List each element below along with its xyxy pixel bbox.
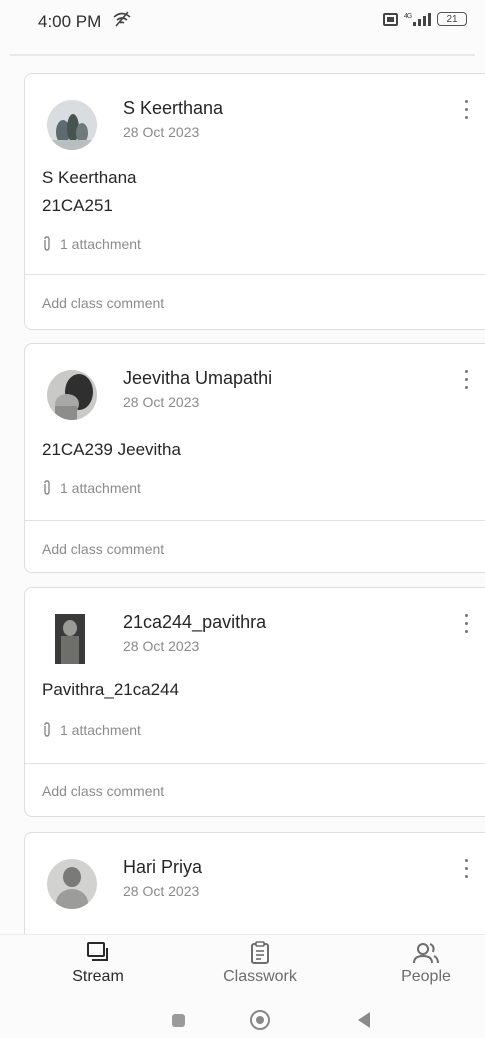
add-class-comment[interactable]: Add class comment bbox=[42, 783, 164, 799]
nav-people[interactable]: People bbox=[366, 941, 485, 986]
more-vert-icon[interactable] bbox=[463, 100, 469, 119]
attachment-link[interactable]: 1 attachment bbox=[42, 480, 141, 496]
card-divider bbox=[25, 520, 485, 521]
add-class-comment[interactable]: Add class comment bbox=[42, 295, 164, 311]
post-author: Jeevitha Umapathi bbox=[123, 368, 273, 388]
nav-stream-label: Stream bbox=[72, 968, 124, 985]
attachment-label: 1 attachment bbox=[60, 480, 141, 496]
wifi-off-icon bbox=[113, 11, 131, 30]
avatar bbox=[47, 100, 97, 150]
nav-classwork-label: Classwork bbox=[223, 968, 297, 985]
stream-icon bbox=[87, 942, 108, 961]
avatar bbox=[47, 370, 97, 420]
post-date: 28 Oct 2023 bbox=[123, 394, 200, 410]
post-text: 21CA239 Jeevitha bbox=[42, 436, 181, 464]
classroom-stream-screen: 4:00 PM 4G 21 S Keerthana 28 Oct 2023 S … bbox=[0, 0, 485, 1038]
status-time: 4:00 PM bbox=[38, 12, 102, 31]
paperclip-icon bbox=[44, 480, 50, 495]
system-navigation-bar bbox=[0, 1002, 485, 1038]
post-author: S Keerthana bbox=[123, 98, 224, 118]
post-text: Pavithra_21ca244 bbox=[42, 676, 179, 704]
post-card[interactable]: Jeevitha Umapathi 28 Oct 2023 21CA239 Je… bbox=[24, 343, 485, 573]
post-author: 21ca244_pavithra bbox=[123, 612, 267, 632]
top-divider bbox=[10, 54, 475, 56]
home-icon[interactable] bbox=[250, 1010, 270, 1030]
avatar bbox=[55, 614, 85, 664]
nav-stream[interactable]: Stream bbox=[38, 941, 158, 986]
attachment-link[interactable]: 1 attachment bbox=[42, 722, 141, 738]
card-divider bbox=[25, 274, 485, 275]
post-text-line: S Keerthana bbox=[42, 168, 137, 187]
network-type-label: 4G bbox=[403, 12, 412, 20]
status-bar: 4:00 PM 4G 21 bbox=[0, 0, 485, 40]
paperclip-icon bbox=[44, 236, 50, 251]
nav-classwork[interactable]: Classwork bbox=[200, 941, 320, 986]
post-date: 28 Oct 2023 bbox=[123, 883, 200, 899]
post-text-line: 21CA239 Jeevitha bbox=[42, 440, 181, 459]
signal-icon: 4G bbox=[403, 12, 431, 26]
post-text-line: 21CA251 bbox=[42, 196, 113, 215]
classwork-icon bbox=[251, 941, 269, 964]
attachment-label: 1 attachment bbox=[60, 722, 141, 738]
battery-indicator: 21 bbox=[437, 12, 467, 26]
status-indicators: 4G 21 bbox=[382, 12, 467, 26]
attachment-label: 1 attachment bbox=[60, 236, 141, 252]
card-divider bbox=[25, 763, 485, 764]
more-vert-icon[interactable] bbox=[463, 370, 469, 389]
add-class-comment[interactable]: Add class comment bbox=[42, 541, 164, 557]
post-date: 28 Oct 2023 bbox=[123, 638, 200, 654]
post-text-line: Pavithra_21ca244 bbox=[42, 680, 180, 699]
back-icon[interactable] bbox=[358, 1012, 370, 1028]
post-card[interactable]: S Keerthana 28 Oct 2023 S Keerthana 21CA… bbox=[24, 73, 485, 330]
post-date: 28 Oct 2023 bbox=[123, 124, 200, 140]
nav-people-label: People bbox=[401, 968, 451, 985]
avatar bbox=[47, 859, 97, 909]
sim-card-icon bbox=[382, 12, 398, 26]
people-icon bbox=[413, 943, 439, 964]
post-author: Hari Priya bbox=[123, 857, 203, 877]
post-text: S Keerthana 21CA251 bbox=[42, 164, 137, 220]
attachment-link[interactable]: 1 attachment bbox=[42, 236, 141, 252]
more-vert-icon[interactable] bbox=[463, 859, 469, 878]
post-card[interactable]: 21ca244_pavithra 28 Oct 2023 Pavithra_21… bbox=[24, 587, 485, 817]
recents-icon[interactable] bbox=[172, 1014, 185, 1027]
more-vert-icon[interactable] bbox=[463, 614, 469, 633]
bottom-navigation: Stream Classwork People bbox=[0, 934, 485, 1003]
paperclip-icon bbox=[44, 722, 50, 737]
